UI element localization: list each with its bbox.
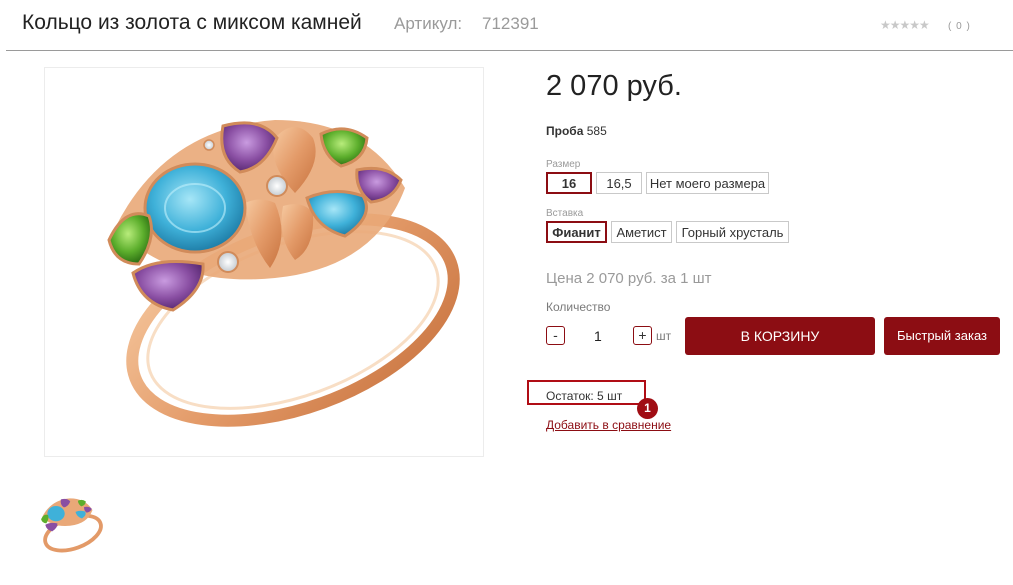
quantity-unit: шт bbox=[656, 329, 672, 343]
insert-option-gorny-khrustal[interactable]: Горный хрусталь bbox=[676, 221, 789, 243]
product-main-image[interactable] bbox=[44, 67, 484, 457]
quantity-increase-button[interactable]: + bbox=[633, 326, 652, 345]
quick-order-button[interactable]: Быстрый заказ bbox=[884, 317, 1000, 355]
proba-row: Проба 585 bbox=[546, 124, 607, 138]
add-to-cart-button[interactable]: В КОРЗИНУ bbox=[685, 317, 875, 355]
proba-value: 585 bbox=[586, 124, 607, 138]
quantity-decrease-button[interactable]: - bbox=[546, 326, 565, 345]
add-to-compare-link[interactable]: Добавить в сравнение bbox=[546, 418, 671, 432]
size-label: Размер bbox=[546, 159, 581, 170]
ring-image bbox=[107, 120, 460, 427]
quantity-label: Количество bbox=[546, 300, 611, 314]
insert-option-ametist[interactable]: Аметист bbox=[611, 221, 672, 243]
article-value: 712391 bbox=[482, 14, 539, 33]
price-per-unit: Цена 2 070 руб. за 1 шт bbox=[546, 270, 712, 287]
article-label: Артикул: bbox=[394, 14, 463, 33]
ring-thumbnail-image bbox=[41, 498, 103, 553]
insert-option-fianit[interactable]: Фианит bbox=[546, 221, 607, 243]
rating-stars[interactable]: ★★★★★ bbox=[880, 18, 930, 32]
insert-label: Вставка bbox=[546, 208, 584, 219]
size-option-no-size[interactable]: Нет моего размера bbox=[646, 172, 769, 194]
annotation-marker: 1 bbox=[637, 398, 658, 419]
size-option-16[interactable]: 16 bbox=[546, 172, 592, 194]
product-thumbnail[interactable] bbox=[30, 488, 106, 558]
proba-label: Проба bbox=[546, 124, 584, 138]
rating-count: ( 0 ) bbox=[948, 21, 971, 32]
product-price: 2 070 руб. bbox=[546, 70, 682, 102]
quantity-input[interactable]: 1 bbox=[594, 328, 602, 344]
page-header: Кольцо из золота с миксом камней Артикул… bbox=[6, 0, 1013, 51]
size-option-16-5[interactable]: 16,5 bbox=[596, 172, 642, 194]
product-title: Кольцо из золота с миксом камней bbox=[22, 11, 362, 34]
stock-text: Остаток: 5 шт bbox=[546, 389, 623, 403]
